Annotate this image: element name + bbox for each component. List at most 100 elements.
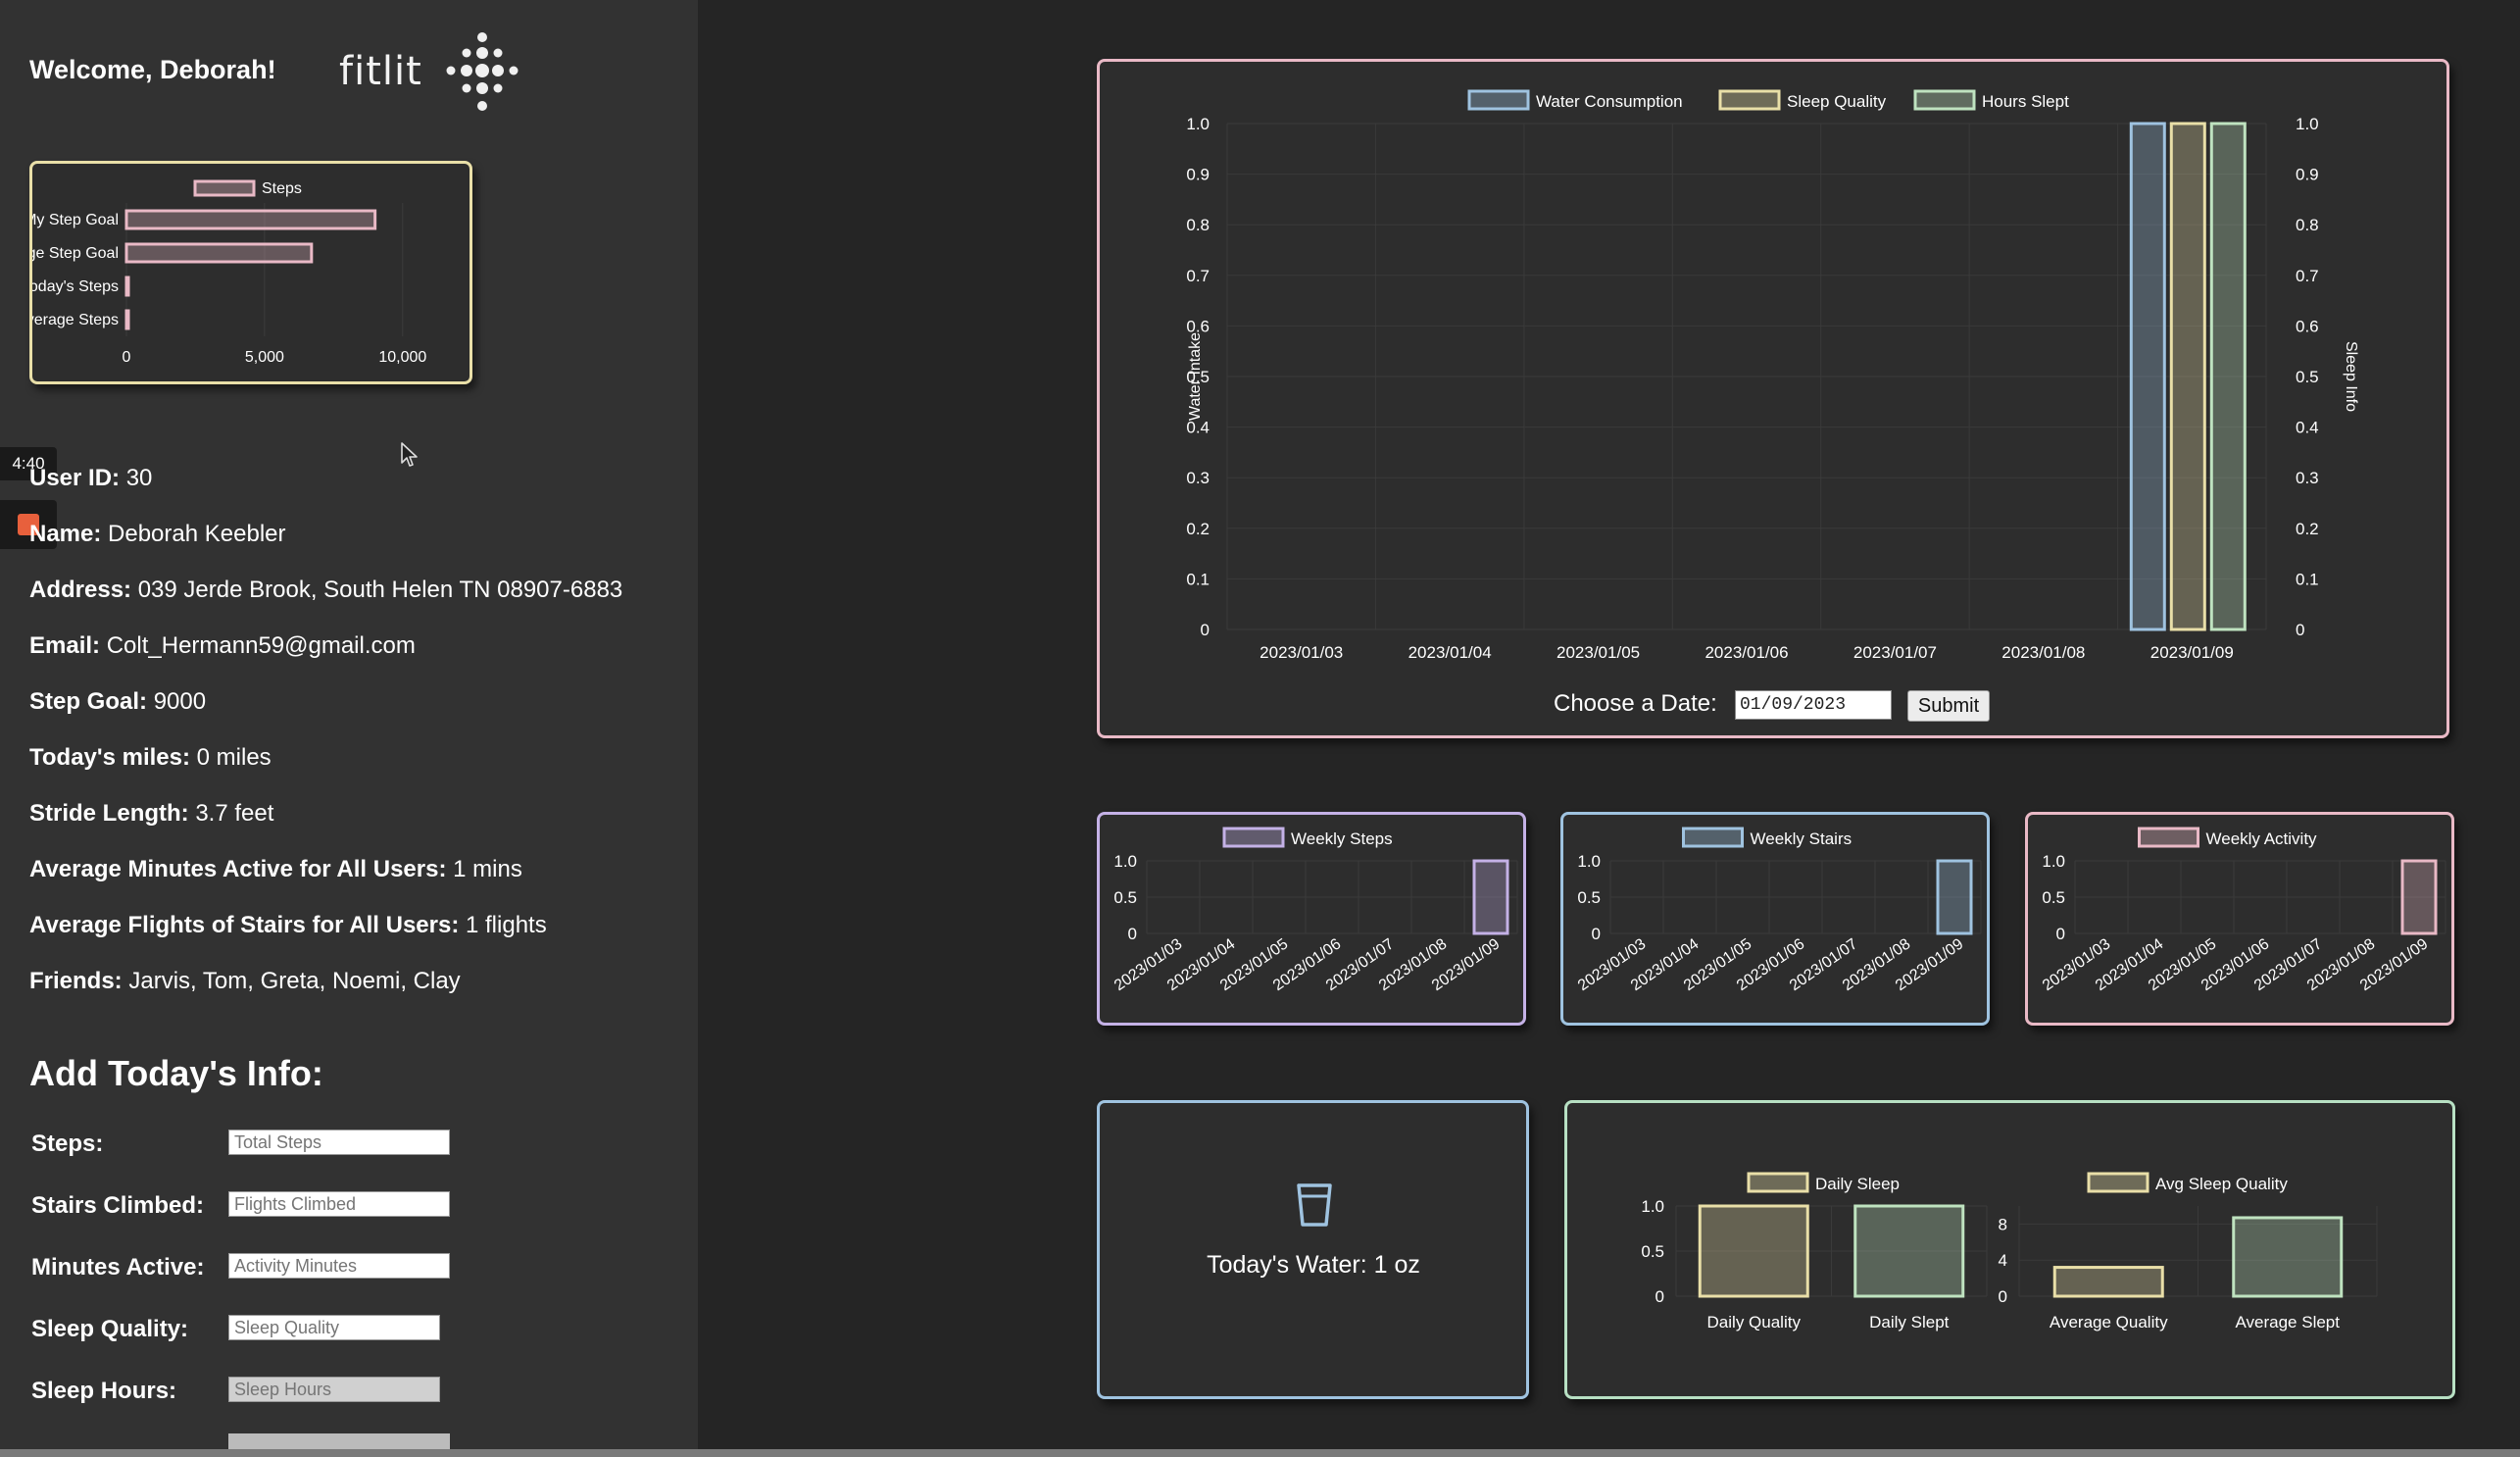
weekly-activity-ytick: 0 <box>2056 925 2065 943</box>
avg-sleep-ytick: 4 <box>1999 1251 2007 1270</box>
steps-tick-label: 5,000 <box>245 349 284 366</box>
sleep-hours-field-label: Sleep Hours: <box>31 1378 177 1404</box>
date-input[interactable] <box>1735 690 1892 720</box>
weekly-activity-bar <box>2400 859 2438 935</box>
sleep-water-y2tick: 0.8 <box>2296 216 2319 234</box>
daily-sleep-ytick: 0 <box>1655 1287 1664 1306</box>
steps-field-label: Steps: <box>31 1130 104 1157</box>
fitlit-logo-icon <box>446 32 519 111</box>
daily-sleep-ytick: 1.0 <box>1641 1197 1664 1216</box>
sleep-water-xtick: 2023/01/04 <box>1408 643 1492 662</box>
sleep-card: 0 0.5 1.0 Daily Sleep Daily Quality Daily Sle… <box>1564 1100 2455 1399</box>
sleep-water-y2tick: 1.0 <box>2296 115 2319 133</box>
user-id-value: 30 <box>125 465 153 491</box>
welcome-message: Welcome, Deborah! <box>29 55 276 84</box>
weekly-activity-chart: 00.51.0Weekly Activity2023/01/032023/01/… <box>2040 827 2446 994</box>
sleep-water-y2tick: 0.1 <box>2296 570 2319 588</box>
sleep-water-ytick: 0.2 <box>1186 520 1210 538</box>
sleep-water-legend-swatch <box>1718 89 1781 111</box>
sleep-water-y2tick: 0.4 <box>2296 419 2319 437</box>
user-id-label: User ID: <box>29 465 121 491</box>
steps-bar <box>124 309 130 330</box>
weekly-steps-card: 0 0.5 1.0 Weekly Steps 2023/01/03 2023/01/04 2… <box>1097 812 1526 1026</box>
brand-name: fitlit <box>339 49 422 94</box>
mouse-cursor-icon <box>401 442 418 467</box>
sidebar: Welcome, Deborah! fitlit 0 5,000 10,000 Ste… <box>0 0 698 1457</box>
sleep-water-chart-card: 0 0 0.1 0.1 0.2 0.2 0.3 0.3 0.4 0.4 0.5 0.5 0.6 0.6 0.… <box>1097 59 2449 738</box>
avg-sleep-legend-label: Avg Sleep Quality <box>2155 1175 2288 1193</box>
sleep-water-xtick: 2023/01/05 <box>1556 643 1640 662</box>
avg-sleep-bar <box>2052 1266 2164 1298</box>
weekly-stairs-ytick: 0.5 <box>1577 888 1601 907</box>
friends-label: Friends: <box>29 968 123 994</box>
sleep-water-legend-swatch <box>1913 89 1976 111</box>
avg-sleep-xtick: Average Quality <box>2050 1313 2168 1331</box>
weekly-activity-card: 0 0.5 1.0 Weekly Activity 2023/01/03 2023/01/… <box>2025 812 2454 1026</box>
sleep-water-ytick: 0.8 <box>1186 216 1210 234</box>
avg-sleep-bar <box>2232 1216 2344 1298</box>
weekly-stairs-legend-label: Weekly Stairs <box>1751 829 1853 848</box>
sleep-quality-input[interactable] <box>228 1315 440 1340</box>
sleep-water-ytick: 0.1 <box>1186 570 1210 588</box>
sleep-water-chart: 0 00.1 0.10.2 0.20.3 0.30.4 0.40.5 0.50.6 0.60.… <box>1186 89 2359 662</box>
weekly-stairs-ytick: 0 <box>1592 925 1601 943</box>
sleep-water-xtick: 2023/01/06 <box>1705 643 1788 662</box>
weekly-steps-legend-label: Weekly Steps <box>1291 829 1393 848</box>
sleep-water-bar <box>2209 122 2247 631</box>
weekly-activity-legend-swatch <box>2138 827 2199 848</box>
submit-date-button[interactable]: Submit <box>1907 690 1990 722</box>
daily-sleep-xtick: Daily Slept <box>1869 1313 1950 1331</box>
steps-bar <box>124 242 314 264</box>
weekly-steps-ytick: 0 <box>1128 925 1137 943</box>
sleep-water-legend-swatch <box>1467 89 1530 111</box>
steps-tick-label: 10,000 <box>378 349 426 366</box>
weekly-stairs-chart: 00.51.0Weekly Stairs2023/01/032023/01/04… <box>1575 827 1982 994</box>
avg-minutes-value: 1 mins <box>453 856 522 882</box>
daily-sleep-legend-swatch <box>1747 1172 1809 1193</box>
miles-value: 0 miles <box>196 744 272 771</box>
video-progress-bar[interactable] <box>0 1449 2520 1457</box>
weekly-activity-ytick: 1.0 <box>2042 852 2065 871</box>
stairs-input[interactable] <box>228 1191 450 1217</box>
choose-date-label: Choose a Date: <box>1554 690 1717 717</box>
steps-tick-label: 0 <box>123 349 131 366</box>
steps-input[interactable] <box>228 1130 450 1155</box>
avg-flights-label: Average Flights of Stairs for All Users: <box>29 912 460 938</box>
steps-bar <box>124 276 130 297</box>
steps-category-label: Average Steps <box>32 312 119 328</box>
sleep-water-xtick: 2023/01/07 <box>1853 643 1937 662</box>
daily-sleep-ytick: 0.5 <box>1641 1242 1664 1261</box>
weekly-stairs-bar <box>1936 859 1973 935</box>
steps-chart-card: 0 5,000 10,000 Steps My Step Goal Average Ste… <box>0 161 472 384</box>
todays-water-text: Today's Water: 1 oz <box>1207 1251 1420 1279</box>
sleep-water-xtick: 2023/01/03 <box>1260 643 1343 662</box>
stride-label: Stride Length: <box>29 800 189 827</box>
sleep-water-xtick: 2023/01/08 <box>2001 643 2085 662</box>
friends-row: Friends: Jarvis, Tom, Greta, Noemi, Clay <box>29 968 461 995</box>
user-id-row: User ID: 30 <box>29 465 152 492</box>
daily-sleep-bar <box>1853 1204 1965 1298</box>
stride-value: 3.7 feet <box>195 800 274 827</box>
avg-flights-value: 1 flights <box>466 912 547 938</box>
water-input-partial[interactable] <box>228 1433 450 1449</box>
friends-value: Jarvis, Tom, Greta, Noemi, Clay <box>128 968 461 994</box>
water-card <box>1097 1100 1529 1399</box>
step-goal-label: Step Goal: <box>29 688 148 715</box>
weekly-steps-chart: 00.51.0Weekly Steps2023/01/032023/01/042… <box>1112 827 1518 994</box>
sleep-hours-input[interactable] <box>228 1377 440 1402</box>
weekly-stairs-card: 0 0.5 1.0 Weekly Stairs 2023/01/03 2023/01/04… <box>1560 812 1990 1026</box>
minutes-input[interactable] <box>228 1253 450 1279</box>
minutes-field-label: Minutes Active: <box>31 1254 205 1281</box>
steps-category-label: Today's Steps <box>32 278 119 295</box>
sleep-water-y2tick: 0.6 <box>2296 317 2319 335</box>
steps-chart: 0 5,000 10,000 Steps My Step Goal Average Ste… <box>0 179 426 366</box>
step-goal-value: 9000 <box>153 688 207 715</box>
sleep-water-ytick: 0 <box>1201 621 1210 639</box>
stairs-field-label: Stairs Climbed: <box>31 1192 205 1219</box>
sleep-water-y2tick: 0.5 <box>2296 368 2319 386</box>
steps-category-label: Average Step Goal <box>32 245 119 262</box>
weekly-activity-ytick: 0.5 <box>2042 888 2065 907</box>
avg-sleep-legend-swatch <box>2087 1172 2149 1193</box>
sleep-water-y2tick: 0.3 <box>2296 469 2319 487</box>
sleep-water-ytick: 1.0 <box>1186 115 1210 133</box>
